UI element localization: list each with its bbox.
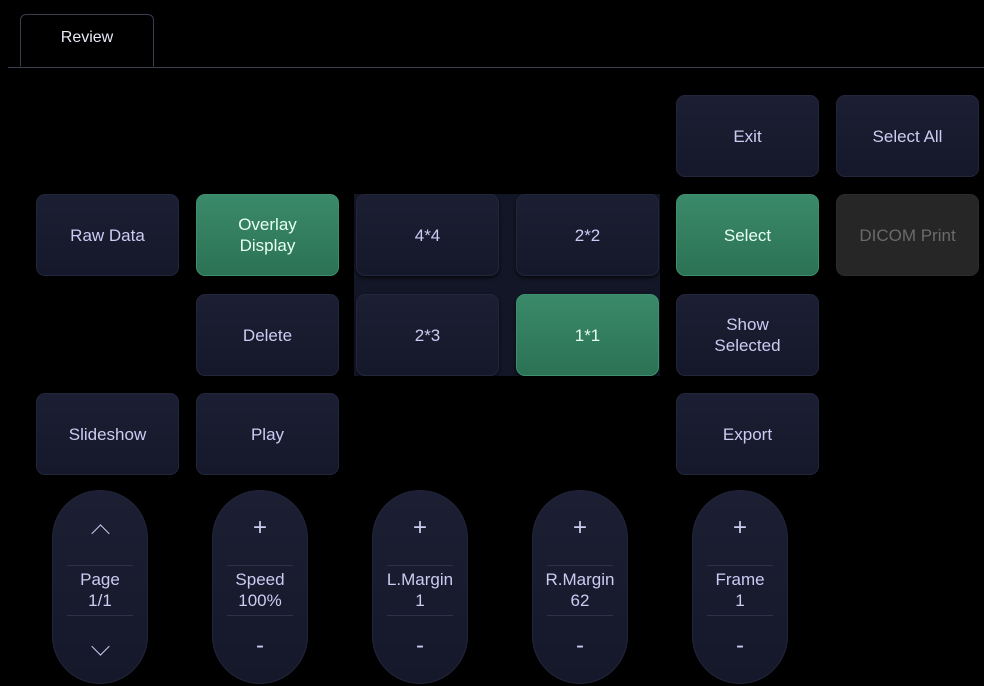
tab-bar: Review <box>8 10 984 68</box>
speed-decrease-button[interactable]: - <box>213 631 307 661</box>
layout-2x2-button[interactable]: 2*2 <box>516 194 659 276</box>
divider <box>67 615 133 616</box>
page-up-button[interactable] <box>53 513 147 548</box>
divider <box>227 565 293 566</box>
slideshow-button[interactable]: Slideshow <box>36 393 179 475</box>
frame-decrease-button[interactable]: - <box>693 631 787 661</box>
l-margin-decrease-button[interactable]: - <box>373 631 467 661</box>
select-button[interactable]: Select <box>676 194 819 276</box>
r-margin-increase-button[interactable]: + <box>533 513 627 543</box>
r-margin-label: R.Margin <box>545 570 615 589</box>
frame-knob: + Frame 1 - <box>692 490 788 684</box>
play-button[interactable]: Play <box>196 393 339 475</box>
divider <box>387 565 453 566</box>
divider <box>707 565 773 566</box>
l-margin-increase-button[interactable]: + <box>373 513 467 543</box>
chevron-down-icon <box>90 637 110 656</box>
l-margin-knob: + L.Margin 1 - <box>372 490 468 684</box>
divider <box>707 615 773 616</box>
page-knob: Page 1/1 <box>52 490 148 684</box>
divider <box>547 615 613 616</box>
speed-value: 100% <box>238 591 282 610</box>
overlay-display-button[interactable]: Overlay Display <box>196 194 339 276</box>
speed-increase-button[interactable]: + <box>213 513 307 543</box>
export-button[interactable]: Export <box>676 393 819 475</box>
page-value: 1/1 <box>88 591 112 610</box>
l-margin-value: 1 <box>415 591 425 610</box>
r-margin-knob: + R.Margin 62 - <box>532 490 628 684</box>
frame-label: Frame <box>715 570 765 589</box>
speed-readout: Speed 100% <box>213 569 307 611</box>
delete-button[interactable]: Delete <box>196 294 339 376</box>
layout-4x4-button[interactable]: 4*4 <box>356 194 499 276</box>
dicom-print-button: DICOM Print <box>836 194 979 276</box>
frame-increase-button[interactable]: + <box>693 513 787 543</box>
page-readout: Page 1/1 <box>53 569 147 611</box>
frame-readout: Frame 1 <box>693 569 787 611</box>
l-margin-label: L.Margin <box>386 570 454 589</box>
layout-2x3-button[interactable]: 2*3 <box>356 294 499 376</box>
chevron-up-icon <box>90 524 110 543</box>
divider <box>547 565 613 566</box>
exit-button[interactable]: Exit <box>676 95 819 177</box>
page-down-button[interactable] <box>53 631 147 661</box>
frame-value: 1 <box>735 591 745 610</box>
divider <box>227 615 293 616</box>
show-selected-button[interactable]: Show Selected <box>676 294 819 376</box>
layout-1x1-button[interactable]: 1*1 <box>516 294 659 376</box>
r-margin-decrease-button[interactable]: - <box>533 631 627 661</box>
speed-label: Speed <box>235 570 285 589</box>
tab-review[interactable]: Review <box>20 14 154 67</box>
r-margin-readout: R.Margin 62 <box>533 569 627 611</box>
speed-knob: + Speed 100% - <box>212 490 308 684</box>
raw-data-button[interactable]: Raw Data <box>36 194 179 276</box>
l-margin-readout: L.Margin 1 <box>373 569 467 611</box>
r-margin-value: 62 <box>570 591 590 610</box>
divider <box>387 615 453 616</box>
page-label: Page <box>80 570 120 589</box>
divider <box>67 565 133 566</box>
select-all-button[interactable]: Select All <box>836 95 979 177</box>
